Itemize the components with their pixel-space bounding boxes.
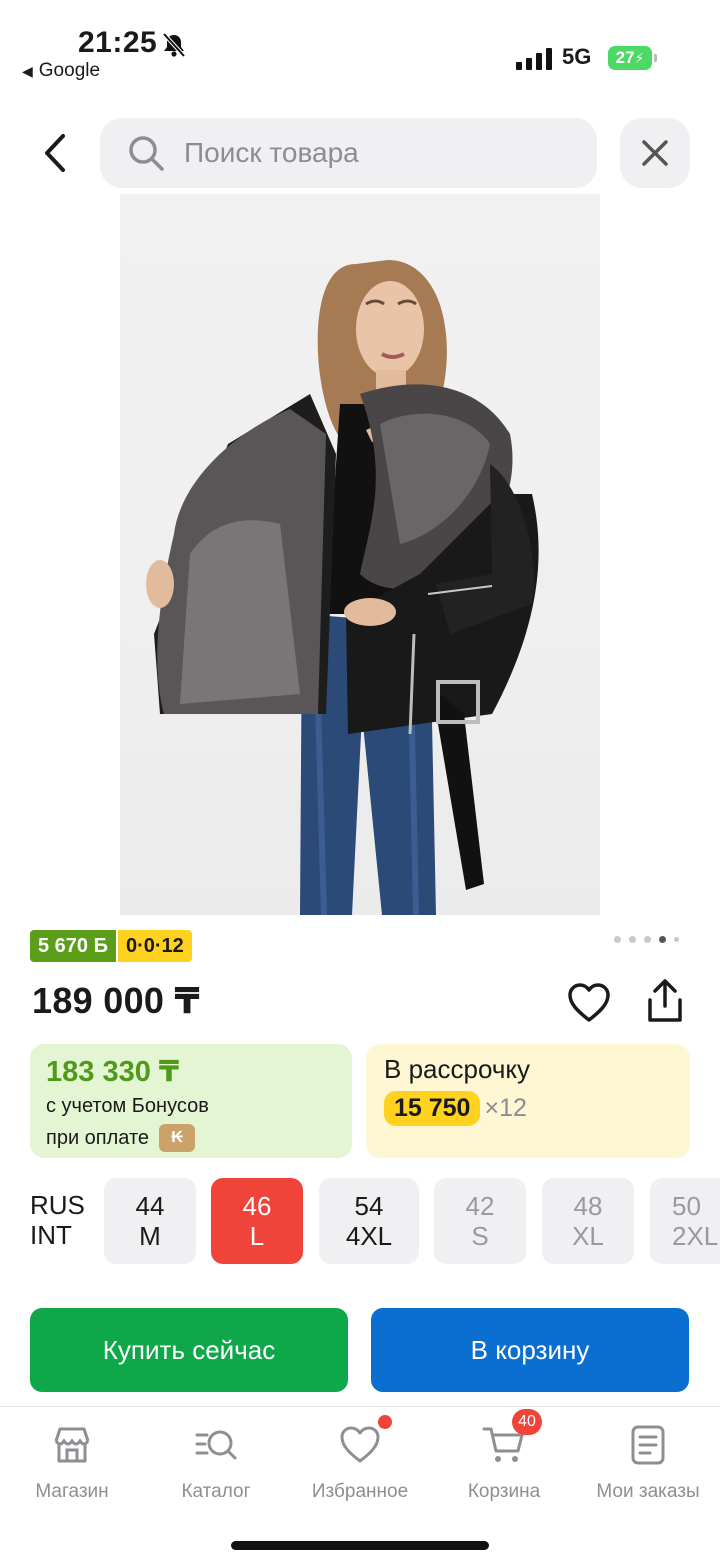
product-photo-illustration [146,260,539,915]
gallery-dot [644,936,651,943]
nav-label: Магазин [35,1481,109,1502]
gallery-pagination [614,936,679,943]
size-rus: 54 [354,1191,384,1221]
nav-item-catalog[interactable]: Каталог [144,1423,288,1503]
size-int: M [139,1221,161,1251]
size-int: 2XL [672,1221,719,1251]
size-rus: 50 [672,1191,701,1221]
status-bar: 21:25 ◀ Google 5G 27 ⚡ [0,0,720,100]
favorites-indicator-dot [378,1415,392,1429]
size-rus: 42 [465,1191,495,1221]
bonus-price-value: 183 330 ₸ [46,1056,180,1088]
favorite-heart-icon[interactable] [566,980,612,1026]
bonus-price-note: с учетом Бонусов [46,1095,209,1117]
size-rus: 44 [135,1191,165,1221]
payment-method-icon: ₭ [159,1124,196,1152]
size-int: S [471,1221,489,1251]
shop-icon [54,1427,90,1463]
battery-icon: 27 ⚡ [608,46,652,70]
promo-badges: 5 670 Б 0·0·12 [30,930,192,962]
bonus-payment-row: при оплате ₭ [46,1124,336,1152]
size-option[interactable]: 54 4XL [319,1178,419,1264]
add-to-cart-button[interactable]: В корзину [371,1308,689,1392]
back-app-label: Google [38,60,101,81]
size-option-unavailable[interactable]: 50 2XL [650,1178,720,1264]
size-system-label: RUS INT [30,1190,85,1250]
nav-label: Мои заказы [596,1481,700,1502]
cart-count-badge: 40 [512,1409,542,1435]
search-placeholder: Поиск товара [184,137,359,168]
battery-cap [654,54,657,62]
bell-muted-icon [162,32,186,58]
gallery-dot-active [659,936,666,943]
size-system-int: INT [30,1220,72,1250]
installment-badge: 0·0·12 [117,930,192,962]
battery-level: 27 [615,48,635,67]
size-rus: 46 [242,1191,272,1221]
heart-icon [338,1415,392,1467]
nav-label: Корзина [467,1481,541,1502]
installment-amount: 15 750 [384,1091,481,1126]
catalog-search-icon [195,1430,237,1460]
nav-item-cart[interactable]: 40 Корзина [432,1409,576,1503]
top-bar: Поиск товара [0,118,720,188]
nav-label: Каталог [181,1481,251,1502]
installment-row: 15 750 ×12 [384,1091,672,1126]
size-option-unavailable[interactable]: 42 S [434,1178,526,1264]
size-int: 4XL [345,1221,393,1251]
chevron-left-icon [45,134,65,172]
product-price: 189 000 ₸ [32,980,200,1021]
installment-card[interactable]: В рассрочку 15 750 ×12 [366,1044,690,1158]
size-rus: 48 [573,1191,603,1221]
network-type: 5G [562,44,592,69]
bonus-payment-note: при оплате [46,1126,150,1149]
size-int: L [249,1221,265,1251]
nav-item-favorites[interactable]: Избранное [288,1415,432,1503]
search-input[interactable]: Поиск товара [100,118,597,188]
status-time: 21:25 [78,26,158,59]
search-icon [129,136,164,171]
close-icon [642,140,668,166]
size-option-selected[interactable]: 46 L [211,1178,303,1264]
nav-item-orders[interactable]: Мои заказы [576,1423,720,1503]
nav-item-shop[interactable]: Магазин [0,1423,144,1503]
orders-icon [631,1425,665,1465]
back-button[interactable] [30,128,80,178]
installment-multiplier: ×12 [484,1094,527,1122]
size-option-unavailable[interactable]: 48 XL [542,1178,634,1264]
close-button[interactable] [620,118,690,188]
gallery-dot [674,937,679,942]
gallery-dot [614,936,621,943]
share-icon[interactable] [642,978,688,1024]
back-to-app-link[interactable]: ◀ Google [22,60,100,82]
cellular-signal-icon [516,46,552,70]
product-image[interactable] [120,194,600,915]
installment-title: В рассрочку [384,1054,531,1084]
size-int: XL [572,1221,604,1251]
bonus-price-card[interactable]: 183 330 ₸ с учетом Бонусов при оплате ₭ [30,1044,352,1158]
gallery-dot [629,936,636,943]
size-system-rus: RUS [30,1190,85,1220]
nav-label: Избранное [311,1481,409,1502]
back-triangle-icon: ◀ [22,62,33,79]
buy-now-button[interactable]: Купить сейчас [30,1308,348,1392]
cart-icon: 40 [482,1409,542,1467]
size-option[interactable]: 44 M [104,1178,196,1264]
home-indicator[interactable] [231,1541,489,1550]
bonus-badge: 5 670 Б [30,930,116,962]
